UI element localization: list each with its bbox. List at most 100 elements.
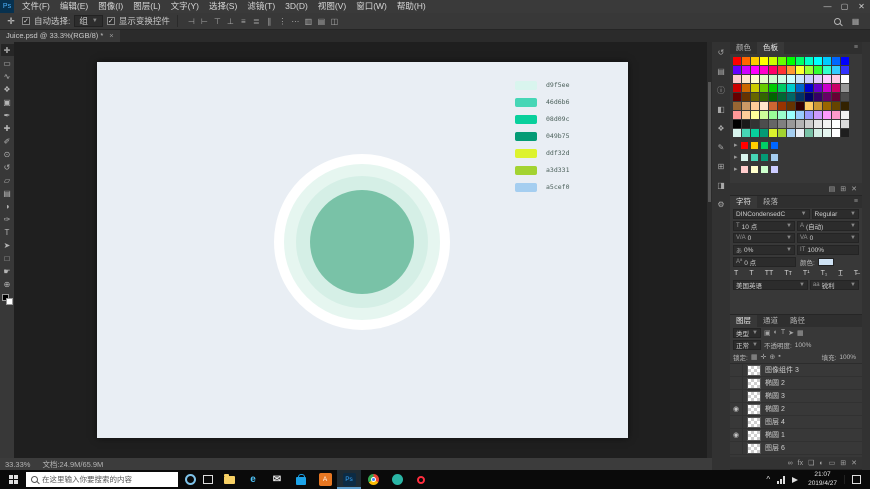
swatch-cell[interactable]	[751, 93, 759, 101]
align-icon[interactable]: ▥	[302, 17, 315, 26]
swatch-cell[interactable]	[787, 120, 795, 128]
swatches-footer-icon[interactable]: ⊞	[840, 185, 846, 193]
color-chip[interactable]	[515, 98, 537, 107]
swatch-cell[interactable]	[814, 84, 822, 92]
align-icon[interactable]: ▤	[315, 17, 328, 26]
swatch-cell[interactable]	[742, 66, 750, 74]
align-icon[interactable]: ⊢	[198, 17, 211, 26]
swatch-cell[interactable]	[814, 120, 822, 128]
swatch-cell[interactable]	[778, 57, 786, 65]
swatch-cell[interactable]	[823, 93, 831, 101]
swatch-cell[interactable]	[760, 75, 768, 83]
swatch-cell[interactable]	[841, 66, 849, 74]
layer-row[interactable]: 图层 6	[730, 442, 862, 455]
swatch-cell[interactable]	[733, 129, 741, 137]
swatch-cell[interactable]	[832, 120, 840, 128]
swatch-cell[interactable]	[796, 57, 804, 65]
swatch-cell[interactable]	[796, 129, 804, 137]
swatch-cell[interactable]	[814, 93, 822, 101]
menu-item[interactable]: 窗口(W)	[351, 0, 392, 13]
layer-row[interactable]: 椭圆 3	[730, 390, 862, 403]
swatch-cell[interactable]	[778, 93, 786, 101]
chrome-icon[interactable]	[361, 470, 385, 489]
swatch-cell[interactable]	[769, 57, 777, 65]
swatch-cell[interactable]	[778, 129, 786, 137]
swatch-cell[interactable]	[823, 66, 831, 74]
swatch-cell[interactable]	[796, 75, 804, 83]
swatch-cell[interactable]	[742, 57, 750, 65]
swatch-cell[interactable]	[823, 75, 831, 83]
info-panel-icon[interactable]: ⓘ	[714, 84, 728, 96]
zoom-level[interactable]: 33.33%	[5, 460, 30, 469]
layer-row[interactable]: 图层 4	[730, 416, 862, 429]
crop-tool[interactable]: ▣	[1, 96, 14, 108]
swatch-cell[interactable]	[760, 129, 768, 137]
text-style-button[interactable]: T¹	[803, 270, 810, 277]
group-swatch[interactable]	[741, 154, 748, 161]
tab-color[interactable]: 颜色	[730, 42, 757, 54]
color-chip[interactable]	[515, 166, 537, 175]
swatch-cell[interactable]	[796, 93, 804, 101]
text-style-button[interactable]: TT	[765, 270, 774, 277]
swatch-cell[interactable]	[733, 102, 741, 110]
tray-expand-icon[interactable]: ^	[766, 475, 770, 484]
taskbar-search-input[interactable]: 在这里输入你要搜索的内容	[26, 472, 178, 487]
swatch-group[interactable]: ▸	[730, 163, 862, 175]
swatch-cell[interactable]	[742, 84, 750, 92]
brush-settings-panel-icon[interactable]: ✎	[714, 141, 728, 153]
hand-tool[interactable]: ☛	[1, 265, 14, 277]
align-icon[interactable]: ⋯	[289, 17, 302, 26]
group-swatch[interactable]	[751, 154, 758, 161]
layer-thumbnail[interactable]	[747, 404, 761, 415]
auto-select-dropdown[interactable]: 组 ▼	[74, 15, 102, 27]
text-style-button[interactable]: T₁	[821, 270, 828, 277]
swatch-cell[interactable]	[787, 111, 795, 119]
color-chip[interactable]	[515, 149, 537, 158]
blur-tool[interactable]: ◑	[1, 200, 14, 212]
layer-filter-icon[interactable]: T	[781, 329, 785, 337]
volume-icon[interactable]	[792, 477, 801, 483]
visibility-toggle[interactable]: ◉	[730, 429, 743, 442]
libraries-panel-icon[interactable]: ⊞	[714, 160, 728, 172]
swatch-cell[interactable]	[778, 75, 786, 83]
swatch-cell[interactable]	[832, 129, 840, 137]
text-style-button[interactable]: T	[734, 270, 738, 277]
swatch-cell[interactable]	[805, 66, 813, 74]
shape-tool[interactable]: □	[1, 252, 14, 264]
visibility-toggle[interactable]	[730, 442, 743, 455]
swatch-cell[interactable]	[805, 120, 813, 128]
swatch-cell[interactable]	[796, 66, 804, 74]
quick-selection-tool[interactable]: ❖	[1, 83, 14, 95]
swatch-cell[interactable]	[796, 111, 804, 119]
swatch-group[interactable]: ▸	[730, 151, 862, 163]
lasso-tool[interactable]: ∿	[1, 70, 14, 82]
swatch-cell[interactable]	[805, 93, 813, 101]
menu-item[interactable]: 帮助(H)	[392, 0, 431, 13]
vertical-scale-field[interactable]: IT 100%	[797, 245, 859, 255]
opacity-value[interactable]: 100%	[795, 342, 812, 349]
proportional-spacing-field[interactable]: あ 0% ▼	[733, 245, 795, 255]
artboard[interactable]: d9f5ee46d6b608d09c049b75ddf32da3d331a5ce…	[97, 62, 628, 438]
swatch-cell[interactable]	[805, 57, 813, 65]
swatch-cell[interactable]	[814, 57, 822, 65]
font-size-field[interactable]: T 10 点 ▼	[733, 221, 795, 231]
group-swatch[interactable]	[771, 142, 778, 149]
group-swatch[interactable]	[751, 166, 758, 173]
swatch-cell[interactable]	[751, 84, 759, 92]
swatch-cell[interactable]	[796, 84, 804, 92]
layer-row[interactable]: ◉椭圆 2	[730, 403, 862, 416]
swatch-cell[interactable]	[742, 111, 750, 119]
show-transform-checkbox[interactable]: ✓	[107, 17, 115, 25]
panel-menu-icon[interactable]: ≡	[854, 196, 862, 208]
swatch-cell[interactable]	[805, 102, 813, 110]
menu-item[interactable]: 文字(Y)	[166, 0, 204, 13]
layers-footer-icon[interactable]: ⊞	[840, 459, 846, 467]
swatch-cell[interactable]	[796, 120, 804, 128]
swatch-cell[interactable]	[778, 84, 786, 92]
maximize-button[interactable]: ▢	[836, 0, 853, 13]
background-color-swatch[interactable]	[6, 298, 13, 305]
type-tool[interactable]: T	[1, 226, 14, 238]
swatch-cell[interactable]	[742, 75, 750, 83]
swatch-cell[interactable]	[787, 66, 795, 74]
color-chip[interactable]	[515, 132, 537, 141]
